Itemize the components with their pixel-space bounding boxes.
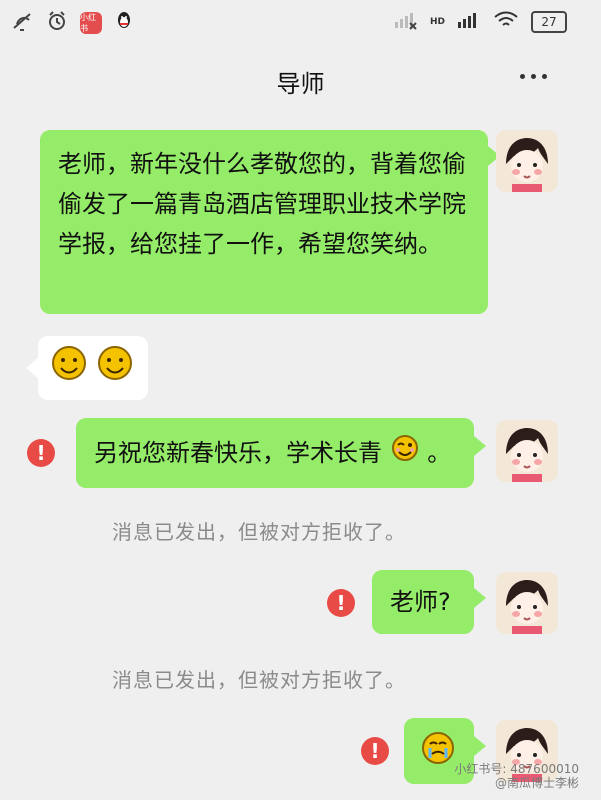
smile-emoji-icon (96, 344, 134, 394)
smile-emoji-icon (50, 344, 88, 394)
more-options-icon[interactable] (520, 74, 547, 79)
alarm-icon (46, 10, 68, 36)
chat-title: 导师 (276, 70, 325, 98)
chat-header: 导师 (0, 44, 601, 110)
signal-muted-icon (10, 10, 34, 36)
system-message-rejected: 消息已发出，但被对方拒收了。 (112, 668, 406, 692)
message-bubble-3: 老师? (372, 570, 474, 634)
dot (520, 74, 525, 79)
dot (531, 74, 536, 79)
status-bar: 小红书 HD 27 (0, 0, 601, 44)
crying-emoji-icon (420, 730, 456, 778)
status-right: HD 27 (394, 10, 567, 34)
message-text-1: 老师，新年没什么孝敬您的，背着您偷偷发了一篇青岛酒店管理职业技术学院学报，给您挂… (58, 150, 466, 258)
emoji-bubble (38, 336, 148, 400)
message-text-3: 老师? (390, 588, 451, 616)
xiaohongshu-icon: 小红书 (80, 12, 102, 34)
bubble-tail (474, 588, 486, 608)
watermark-line-1: 小红书号: 487600010 (454, 762, 579, 776)
error-icon[interactable]: ! (27, 439, 55, 467)
no-signal-icon (394, 10, 418, 34)
bubble-tail (26, 358, 38, 378)
status-left: 小红书 (10, 10, 134, 36)
hd-label: HD (429, 17, 445, 27)
bubble-tail (474, 436, 486, 456)
dot (542, 74, 547, 79)
avatar[interactable] (496, 420, 558, 482)
error-icon[interactable]: ! (361, 737, 389, 765)
chat-screen: 小红书 HD 27 导师 老师，新年没什么孝敬您的，背着您偷偷发了一篇青岛酒店管… (0, 0, 601, 800)
bubble-tail (474, 736, 486, 756)
avatar[interactable] (496, 572, 558, 634)
wink-emoji-icon (390, 433, 420, 475)
message-2-end: 。 (427, 439, 452, 467)
system-message-rejected: 消息已发出，但被对方拒收了。 (112, 520, 406, 544)
error-icon[interactable]: ! (327, 589, 355, 617)
watermark-line-2: @南瓜博士李彬 (494, 776, 579, 790)
watermark: 小红书号: 487600010 @南瓜博士李彬 (454, 762, 579, 790)
cell-signal-icon (457, 10, 481, 34)
message-bubble-2: 另祝您新春快乐，学术长青 。 (76, 418, 474, 488)
message-text-2: 另祝您新春快乐，学术长青 (94, 439, 382, 467)
qq-penguin-icon (114, 10, 134, 36)
avatar[interactable] (496, 130, 558, 192)
wifi-icon (493, 10, 519, 34)
battery-indicator: 27 (531, 11, 567, 33)
message-bubble-1: 老师，新年没什么孝敬您的，背着您偷偷发了一篇青岛酒店管理职业技术学院学报，给您挂… (40, 130, 488, 314)
